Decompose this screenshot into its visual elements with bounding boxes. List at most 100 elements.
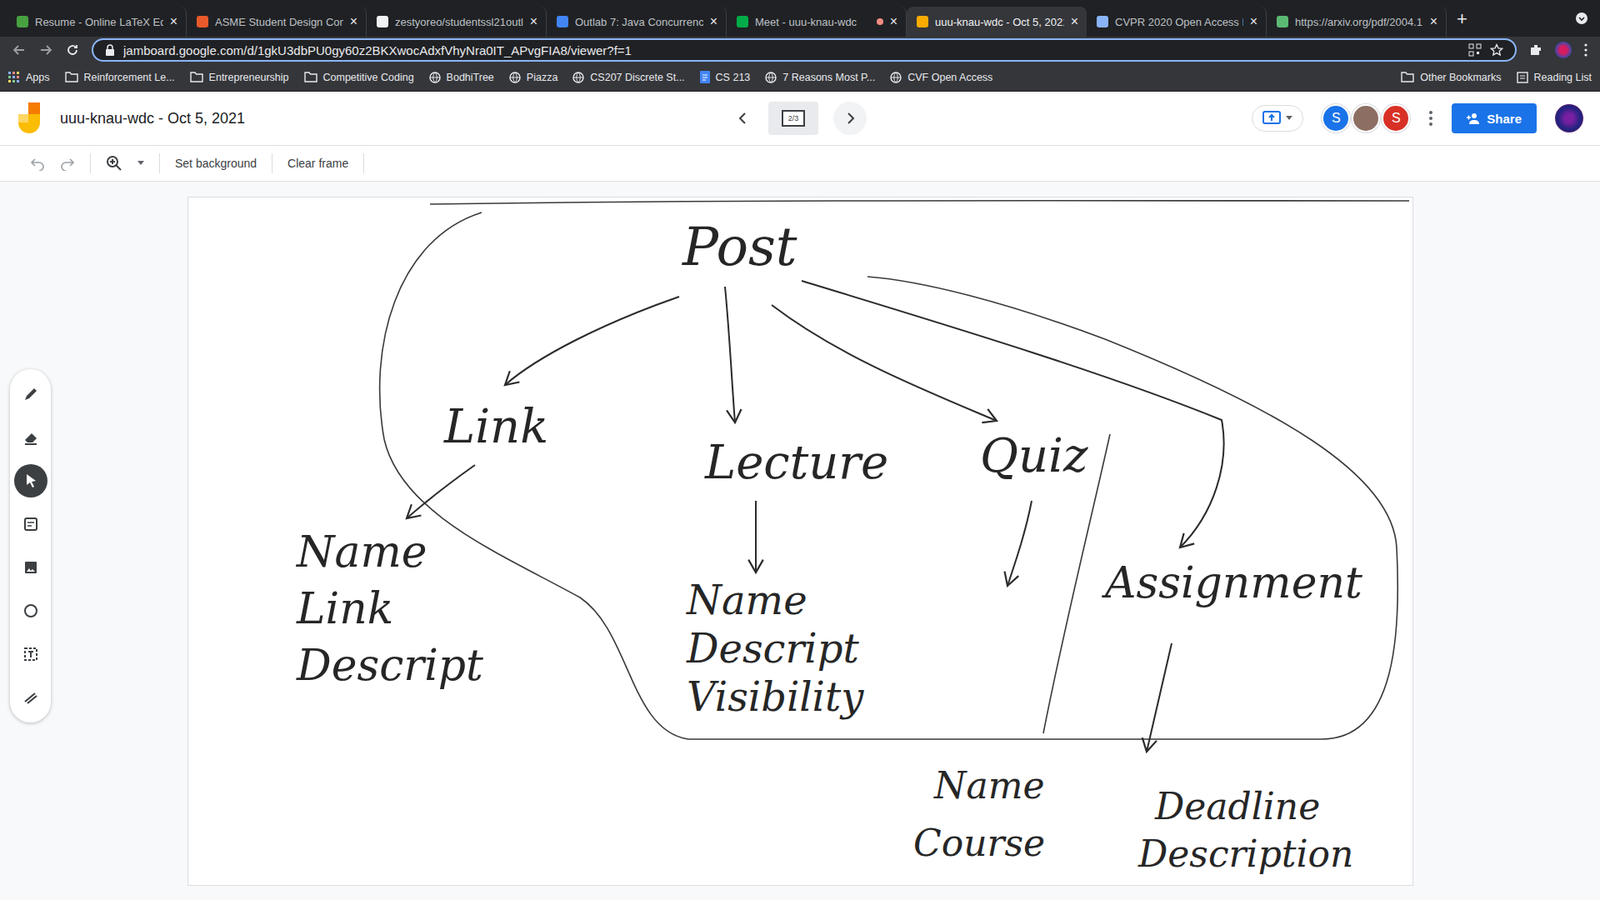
share-button[interactable]: Share [1451,103,1537,134]
previous-frame-icon[interactable] [733,108,754,129]
jam-frame[interactable]: PostLinkNameLinkDescriptLectureNameDescr… [187,196,1414,886]
tool-button[interactable] [14,637,48,671]
ink-arrow [406,465,475,519]
lock-icon [105,44,115,56]
tab-close-button[interactable]: × [170,14,178,30]
apps-grid-icon [8,71,20,84]
bookmark[interactable]: 7 Reasons Most P... [765,71,875,84]
browser-tab[interactable]: Outlab 7: Java Concurrency × [546,6,727,37]
field-node: Link [296,582,394,635]
browser-tab[interactable]: ASME Student Design Comp× [186,6,367,37]
toolbar-button[interactable]: Set background [175,156,257,170]
tool-button[interactable] [14,507,48,541]
root-node: Post [682,215,798,280]
ink-arrow [755,500,757,573]
browser-tab[interactable]: https://arxiv.org/pdf/2004.1 × [1266,6,1447,37]
tab-close-button[interactable]: × [1250,14,1258,30]
tab-label: https://arxiv.org/pdf/2004.1 [1295,15,1424,29]
undo-icon[interactable] [30,155,45,171]
tool-button[interactable] [14,680,48,715]
jamboard-header: uuu-knau-wdc - Oct 5, 2021 2/3 S S Share [0,91,1600,146]
bookmark[interactable]: Other Bookmarks [1400,71,1501,84]
tab-close-button[interactable]: × [350,14,358,30]
child-node: Assignment [1105,556,1363,609]
back-icon[interactable] [11,42,27,58]
bookmark[interactable]: Entrepreneurship [190,71,290,84]
collaborator-avatar[interactable]: S [1381,104,1410,133]
folder-icon [304,71,318,83]
frame-bar-button[interactable]: 2/3 [768,101,819,135]
tab-close-button[interactable]: × [1430,14,1438,30]
toolbar: jamboard.google.com/d/1gkU3dbPU0gy60z2BK… [0,36,1600,64]
bookmark[interactable]: CS207 Discrete St... [572,71,685,84]
bookmark[interactable]: Competitive Coding [304,71,415,84]
tool-button[interactable] [14,464,48,498]
forward-icon[interactable] [38,42,54,58]
browser-tab[interactable]: zestyoreo/studentssl21outla × [366,6,547,37]
document-icon [700,70,710,84]
bookmark[interactable]: CS 213 [700,70,751,84]
browser-tab[interactable]: CVPR 2020 Open Access Re × [1086,6,1267,37]
child-node: Lecture [705,434,889,490]
image-icon [22,559,40,576]
reload-icon[interactable] [65,42,80,58]
zoom-icon[interactable] [105,155,123,172]
toolbar-button[interactable]: Clear frame [287,156,349,170]
person-add-icon [1466,112,1480,125]
bookmark[interactable]: CVF Open Access [890,71,993,84]
tab-close-button[interactable]: × [530,14,538,30]
jam-title[interactable]: uuu-knau-wdc - Oct 5, 2021 [60,110,245,128]
qr-code-icon[interactable] [1468,43,1482,57]
url-text: jamboard.google.com/d/1gkU3dbPU0gy60z2BK… [123,43,1460,58]
browser-tab[interactable]: Meet - uuu-knau-wdc × [726,6,907,37]
tab-close-button[interactable]: × [890,14,898,30]
redo-icon[interactable] [60,155,75,171]
tab-close-button[interactable]: × [710,14,718,30]
next-frame-button[interactable] [833,101,867,135]
site-icon [765,71,777,84]
child-node: Link [444,398,549,455]
reading-list-icon [1516,71,1529,84]
zoom-dropdown-icon[interactable] [137,160,145,166]
tab-label: Outlab 7: Java Concurrency [575,15,704,29]
site-icon [429,71,441,84]
menu-icon[interactable] [1583,42,1589,58]
recording-icon [876,18,884,25]
bookmark[interactable]: Apps [8,71,50,84]
tool-button[interactable] [14,550,48,585]
more-options-icon[interactable] [1428,110,1434,127]
ink-arrow [801,280,1225,548]
present-button[interactable] [1251,105,1304,132]
tab-close-button[interactable]: × [1070,14,1079,30]
new-tab-button[interactable]: + [1446,8,1478,37]
bookmark[interactable]: Reading List [1516,71,1593,84]
bookmark[interactable]: Piazza [509,71,559,84]
text-box-icon [22,645,40,663]
tool-button[interactable] [14,377,48,411]
field-node: Name [296,525,428,578]
collaborator-avatar[interactable] [1351,104,1380,133]
tool-button[interactable] [14,420,48,455]
ink-arrow [771,305,997,421]
tab-label: Meet - uuu-knau-wdc [755,15,870,29]
tab-label: CVPR 2020 Open Access Re [1115,15,1244,29]
browser-tab[interactable]: uuu-knau-wdc - Oct 5, 2021 × [906,6,1087,37]
profile-avatar[interactable] [1555,41,1572,59]
tab-label: zestyoreo/studentssl21outla [395,15,524,29]
tab-search-icon[interactable] [1575,11,1589,25]
tool-button[interactable] [14,594,48,628]
star-icon[interactable] [1490,43,1504,57]
field-node: Visibility [686,673,864,722]
account-avatar[interactable] [1555,104,1584,133]
extensions-icon[interactable] [1528,42,1544,58]
bookmark[interactable]: Reinforcement Le... [65,71,175,84]
browser-tab[interactable]: Resume - Online LaTeX Edit× [6,6,187,37]
ink-line [430,200,1410,205]
favicon-icon [376,15,389,28]
next-frame-icon [840,108,860,129]
address-field[interactable]: jamboard.google.com/d/1gkU3dbPU0gy60z2BK… [91,38,1517,62]
collaborator-avatar[interactable]: S [1321,104,1350,133]
tab-label: uuu-knau-wdc - Oct 5, 2021 [935,15,1065,29]
bookmark[interactable]: BodhiTree [429,71,495,84]
favicon-icon [556,15,569,28]
